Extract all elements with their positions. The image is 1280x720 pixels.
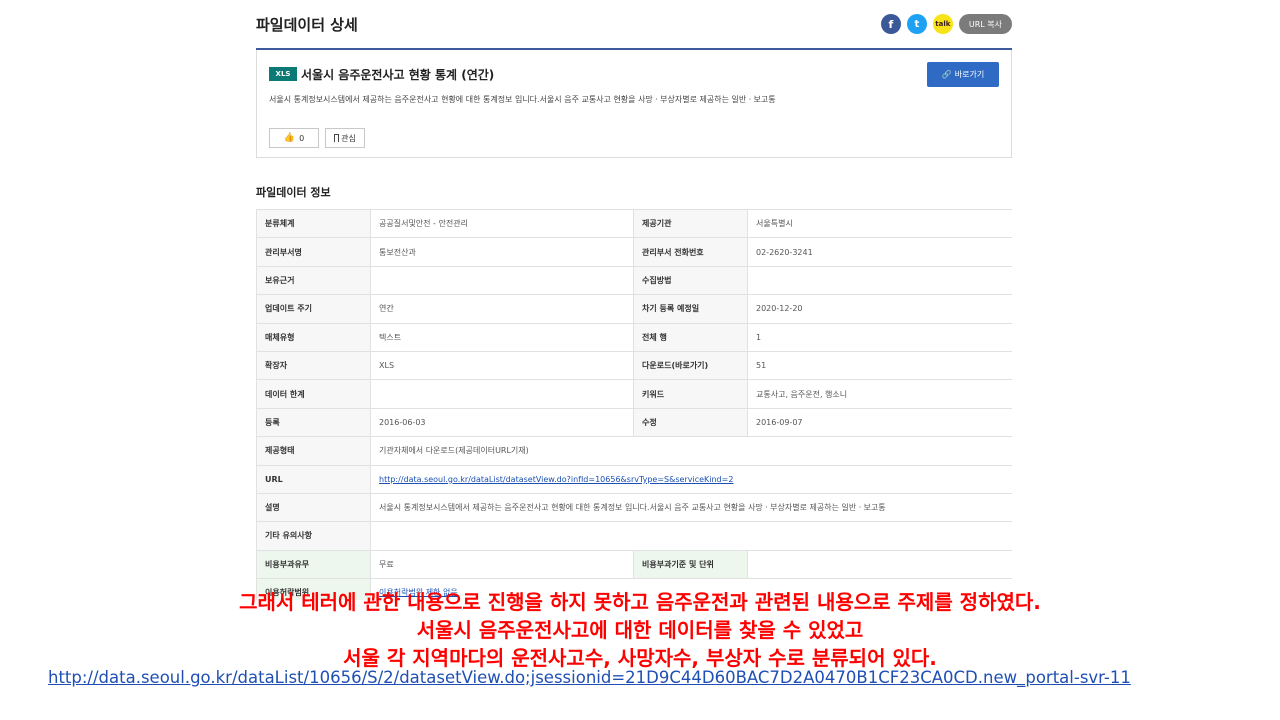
table-cell: 2020-12-20: [747, 294, 1012, 324]
table-header-cell: 데이터 한계: [256, 379, 371, 409]
like-count: 0: [299, 133, 305, 143]
bookmark-icon: [334, 134, 340, 142]
goto-button[interactable]: 🔗 바로가기: [927, 62, 999, 87]
table-header-cell: 비용부과유무: [256, 549, 371, 580]
share-bar: f t talk URL 복사: [880, 14, 1012, 34]
table-row: 제공형태 기관자체에서 다운로드(제공데이터URL기재): [256, 436, 1012, 466]
table-header-cell: 분류체계: [256, 208, 371, 239]
table-cell: 기관자체에서 다운로드(제공데이터URL기재): [370, 436, 1012, 466]
table-cell: [747, 265, 1012, 296]
table-header-cell: 기타 유의사항: [256, 521, 371, 551]
facebook-icon[interactable]: f: [880, 14, 901, 34]
table-row: URL http://data.seoul.go.kr/dataList/dat…: [256, 464, 1012, 494]
table-header-cell: 제공형태: [256, 436, 371, 466]
table-header-cell: URL: [256, 464, 371, 494]
goto-label: 바로가기: [954, 70, 985, 79]
table-cell: 텍스트: [370, 322, 634, 352]
table-header-cell: 등록: [256, 407, 371, 438]
table-cell: 02-2620-3241: [747, 237, 1012, 267]
table-header-cell: 관리부서명: [256, 237, 371, 267]
table-cell: [747, 549, 1012, 580]
table-header-cell: 관리부서 전화번호: [633, 237, 748, 267]
file-info-table: 분류체계 공공질서및안전 - 안전관리 제공기관 서울특별시 관리부서명 통보전…: [256, 208, 1012, 600]
page-header: 파일데이터 상세 f t talk URL 복사: [256, 12, 1012, 40]
table-header-cell: 수집방법: [633, 265, 748, 296]
table-cell: 교통사고, 음주운전, 행소니: [747, 379, 1012, 409]
source-url-link[interactable]: http://data.seoul.go.kr/dataList/10656/S…: [48, 668, 1131, 687]
table-cell: [370, 265, 634, 296]
format-badge: XLS: [269, 67, 297, 81]
table-header-cell: 제공기관: [633, 208, 748, 239]
table-header-cell: 업데이트 주기: [256, 294, 371, 324]
table-row: 기타 유의사항: [256, 521, 1012, 551]
table-header-cell: 차기 등록 예정일: [633, 294, 748, 324]
table-header-cell: 확장자: [256, 350, 371, 381]
table-header-cell: 비용부과기준 및 단위: [633, 549, 748, 580]
table-cell: 1: [747, 322, 1012, 352]
dataset-detail-page: 파일데이터 상세 f t talk URL 복사 XLS 서울시 음주운전사고 …: [256, 0, 1012, 600]
table-cell: 2016-09-07: [747, 407, 1012, 438]
thumbs-up-icon: 👍: [283, 133, 296, 143]
table-cell: 무료: [370, 549, 634, 580]
page-title: 파일데이터 상세: [256, 16, 358, 34]
table-header-cell: 다운로드(바로가기): [633, 350, 748, 381]
table-header-cell: 보유근거: [256, 265, 371, 296]
table-cell: 51: [747, 350, 1012, 381]
table-header-cell: 전체 행: [633, 322, 748, 352]
table-row: 비용부과유무 무료 비용부과기준 및 단위: [256, 549, 1012, 580]
table-cell: 서울시 통계정보시스템에서 제공하는 음주운전사고 현황에 대한 통계정보 입니…: [370, 492, 1012, 523]
table-cell: 서울특별시: [747, 208, 1012, 239]
table-cell: 2016-06-03: [370, 407, 634, 438]
table-row: 설명 서울시 통계정보시스템에서 제공하는 음주운전사고 현황에 대한 통계정보…: [256, 492, 1012, 523]
table-cell: XLS: [370, 350, 634, 381]
table-header-cell: 설명: [256, 492, 371, 523]
url-copy-button[interactable]: URL 복사: [958, 14, 1012, 34]
dataset-description: 서울시 통계정보시스템에서 제공하는 음주운전사고 현황에 대한 통계정보 입니…: [269, 95, 776, 104]
table-cell: [370, 521, 1012, 551]
table-row: 확장자 XLS 다운로드(바로가기) 51: [256, 350, 1012, 381]
caption-line-2: 서울시 음주운전사고에 대한 데이터를 찾을 수 있었고: [416, 618, 864, 642]
table-header-cell: 매체유형: [256, 322, 371, 352]
slide-caption: 그래서 테러에 관한 내용으로 진행을 하지 못하고 음주운전과 관련된 내용으…: [0, 588, 1280, 672]
table-row: 관리부서명 통보전산과 관리부서 전화번호 02-2620-3241: [256, 237, 1012, 267]
dataset-summary-card: XLS 서울시 음주운전사고 현황 통계 (연간) 🔗 바로가기 서울시 통계정…: [256, 50, 1012, 158]
like-button[interactable]: 👍 0: [269, 128, 319, 148]
table-cell: http://data.seoul.go.kr/dataList/dataset…: [370, 464, 1012, 494]
dataset-title: 서울시 음주운전사고 현황 통계 (연간): [301, 68, 495, 82]
table-cell: 연간: [370, 294, 634, 324]
table-row: 데이터 한계 키워드 교통사고, 음주운전, 행소니: [256, 379, 1012, 409]
table-header-cell: 키워드: [633, 379, 748, 409]
table-row: 업데이트 주기 연간 차기 등록 예정일 2020-12-20: [256, 294, 1012, 324]
table-row: 보유근거 수집방법: [256, 265, 1012, 296]
table-cell: [370, 379, 634, 409]
table-row: 등록 2016-06-03 수정 2016-09-07: [256, 407, 1012, 438]
table-row: 분류체계 공공질서및안전 - 안전관리 제공기관 서울특별시: [256, 208, 1012, 239]
kakaotalk-icon[interactable]: talk: [932, 14, 953, 34]
dataset-url-link[interactable]: http://data.seoul.go.kr/dataList/dataset…: [379, 475, 733, 484]
favorite-button[interactable]: 관심: [325, 128, 365, 148]
favorite-label: 관심: [341, 133, 356, 143]
table-header-cell: 수정: [633, 407, 748, 438]
table-cell: 공공질서및안전 - 안전관리: [370, 208, 634, 239]
table-row: 매체유형 텍스트 전체 행 1: [256, 322, 1012, 352]
link-icon: 🔗: [941, 70, 952, 79]
caption-line-1: 그래서 테러에 관한 내용으로 진행을 하지 못하고 음주운전과 관련된 내용으…: [239, 590, 1041, 614]
twitter-icon[interactable]: t: [906, 14, 927, 34]
section-title: 파일데이터 정보: [256, 186, 331, 199]
table-cell: 통보전산과: [370, 237, 634, 267]
